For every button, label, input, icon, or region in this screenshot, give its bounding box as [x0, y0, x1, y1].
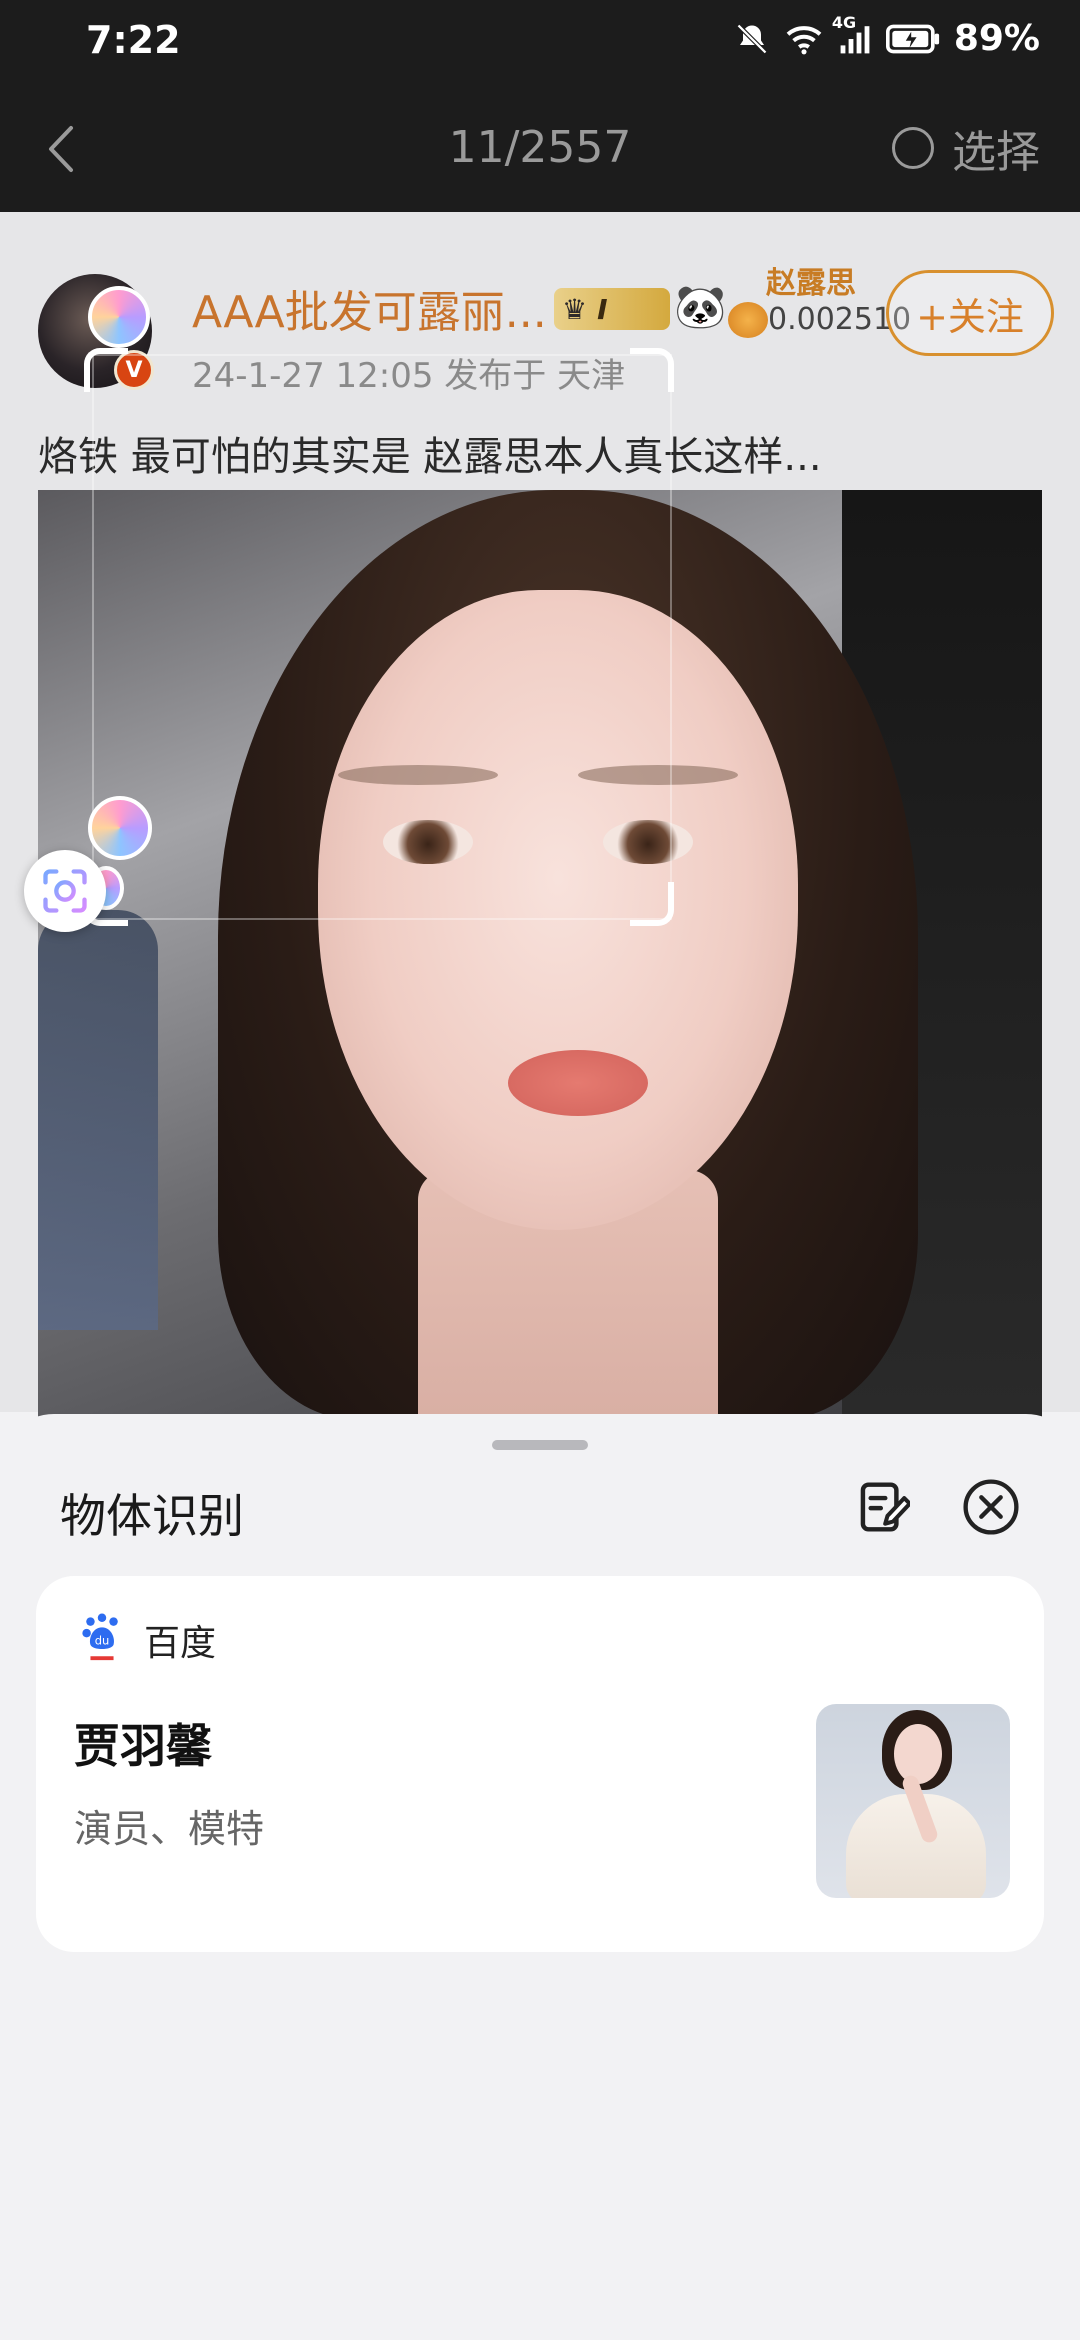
status-time: 7:22 — [86, 18, 181, 62]
wifi-icon — [784, 23, 824, 55]
member-level-letter: I — [597, 292, 608, 326]
result-source: 百度 — [144, 1623, 217, 1664]
panda-icon: 🐼 — [674, 282, 727, 331]
fan-tag-name: 赵露思 — [766, 266, 856, 301]
frame-corner-handle[interactable] — [630, 882, 674, 926]
status-bar: 7:22 4G 89% — [0, 0, 1080, 86]
follow-button[interactable]: +关注 — [886, 270, 1054, 356]
svg-text:du: du — [95, 1634, 110, 1648]
top-nav: 11/2557 选择 — [0, 86, 1080, 212]
cellular-signal-icon: 4G — [832, 13, 872, 55]
frame-corner-handle[interactable] — [630, 348, 674, 392]
thumbnail-face — [894, 1724, 942, 1784]
result-name: 贾羽馨 — [74, 1719, 212, 1773]
sheet-drag-handle[interactable] — [492, 1440, 588, 1450]
select-label: 选择 — [952, 127, 1040, 178]
scan-lens-icon — [43, 869, 87, 913]
select-radio-icon — [892, 127, 934, 169]
object-recognition-sheet: 物体识别 du 百度 贾羽馨 演员、模特 — [0, 1414, 1080, 2340]
recognition-result-card[interactable]: du 百度 贾羽馨 演员、模特 — [36, 1576, 1044, 1952]
sheet-title: 物体识别 — [60, 1489, 244, 1543]
select-button[interactable]: 选择 — [892, 116, 1040, 180]
recognition-frame[interactable] — [92, 354, 672, 920]
edit-note-icon — [860, 1482, 910, 1532]
mute-bell-icon — [734, 21, 770, 57]
frame-corner-handle[interactable] — [84, 348, 128, 392]
network-type: 4G — [831, 12, 857, 32]
battery-percent: 89% — [953, 18, 1040, 59]
username[interactable]: AAA批发可露丽... — [192, 276, 547, 340]
result-description: 演员、模特 — [74, 1807, 265, 1851]
floating-assistant-bubble-icon[interactable] — [88, 796, 152, 860]
close-circle-icon — [963, 1479, 1019, 1535]
member-level-badge: ♛ I — [554, 288, 670, 330]
battery-icon — [885, 24, 940, 54]
close-button[interactable] — [960, 1476, 1022, 1538]
background-figure — [38, 910, 158, 1330]
fan-coin-icon — [728, 302, 768, 338]
edit-button[interactable] — [852, 1476, 914, 1538]
portrait-lips — [508, 1050, 648, 1116]
result-thumbnail[interactable] — [816, 1704, 1010, 1898]
image-recognition-button[interactable] — [24, 850, 106, 932]
floating-assistant-bubble-icon[interactable] — [88, 286, 150, 348]
baidu-logo-icon: du — [82, 1613, 118, 1661]
crown-icon: ♛ — [562, 292, 588, 326]
status-icons: 4G 89% — [734, 13, 1040, 59]
screen: 7:22 4G 89% 11/2557 选择 V AAA批发可露丽... ♛ I… — [0, 0, 1080, 2340]
